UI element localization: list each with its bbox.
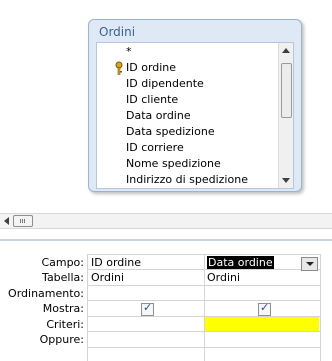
show-checkbox-1[interactable]: ✓ — [141, 301, 154, 316]
field-item-all[interactable]: * — [126, 44, 132, 60]
grid-cell-tabella-1[interactable]: Ordini — [91, 270, 124, 285]
checkmark-icon: ✓ — [260, 301, 270, 314]
row-label-mostra: Mostra: — [42, 302, 84, 315]
row-label-tabella: Tabella: — [42, 271, 84, 284]
row-label-oppure: Oppure: — [39, 333, 84, 346]
key-icon — [115, 61, 123, 75]
row-label-criteri: Criteri: — [46, 318, 84, 331]
field-item-id-corriere[interactable]: ID corriere — [126, 140, 184, 156]
field-item-nome-spedizione[interactable]: Nome spedizione — [126, 156, 221, 172]
checkmark-icon: ✓ — [143, 301, 153, 314]
horizontal-scroll-thumb[interactable] — [13, 215, 33, 227]
table-title[interactable]: Ordini — [99, 25, 135, 39]
field-item-indirizzo-spedizione[interactable]: Indirizzo di spedizione — [126, 172, 248, 188]
field-item-id-dipendente[interactable]: ID dipendente — [126, 76, 204, 92]
table-field-list-ordini[interactable]: Ordini * ID ordine ID dipendente ID clie… — [88, 19, 302, 192]
chevron-down-icon[interactable] — [301, 257, 318, 271]
field-item-data-spedizione[interactable]: Data spedizione — [126, 124, 215, 140]
scroll-thumb[interactable] — [281, 63, 292, 118]
selected-field-text: Data ordine — [207, 256, 274, 269]
scroll-down-icon[interactable] — [282, 178, 290, 183]
field-item-data-ordine[interactable]: Data ordine — [126, 108, 191, 124]
query-design-pane: Ordini * ID ordine ID dipendente ID clie… — [0, 0, 332, 213]
grid-cell-tabella-2[interactable]: Ordini — [207, 270, 240, 285]
field-item-id-ordine[interactable]: ID ordine — [126, 60, 176, 76]
horizontal-scrollbar[interactable] — [0, 213, 332, 229]
field-item-id-cliente[interactable]: ID cliente — [126, 92, 178, 108]
criteria-cell-highlighted[interactable] — [205, 317, 319, 331]
field-list[interactable]: * ID ordine ID dipendente ID cliente Dat… — [96, 42, 294, 189]
query-design-grid: Campo: Tabella: Ordinamento: Mostra: Cri… — [0, 241, 332, 361]
grid-cell-campo-1[interactable]: ID ordine — [91, 255, 141, 270]
field-list-scrollbar[interactable] — [278, 43, 293, 188]
field-list-items: * ID ordine ID dipendente ID cliente Dat… — [97, 43, 279, 188]
scroll-up-icon[interactable] — [282, 48, 290, 53]
row-label-ordinamento: Ordinamento: — [8, 287, 84, 300]
grid-cell-campo-2[interactable]: Data ordine — [207, 255, 274, 270]
row-label-campo: Campo: — [41, 256, 84, 269]
show-checkbox-2[interactable]: ✓ — [258, 301, 271, 316]
scroll-left-icon[interactable] — [4, 217, 9, 225]
